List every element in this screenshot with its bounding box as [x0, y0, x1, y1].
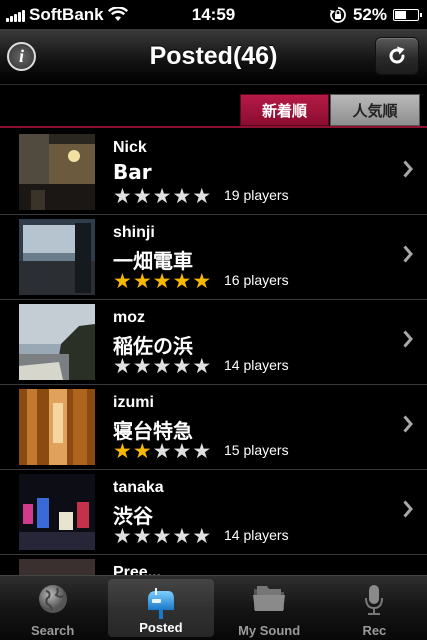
star-icon: ★ [132, 269, 152, 293]
star-icon: ★ [152, 269, 172, 293]
star-icon: ★ [192, 354, 212, 378]
star-icon: ★ [113, 524, 132, 548]
thumbnail-image [19, 389, 95, 465]
sort-popular-tab[interactable]: 人気順 [330, 94, 420, 126]
list-item[interactable]: Nick Bar ★ ★ ★ ★ ★ 19 players [0, 130, 427, 215]
item-players: 14 players [224, 527, 289, 543]
item-players: 19 players [224, 187, 289, 203]
item-user: shinji [113, 224, 155, 241]
carrier-name: SoftBank [29, 4, 104, 24]
sort-newest-tab[interactable]: 新着順 [240, 94, 329, 126]
sort-bar: 新着順 人気順 [0, 86, 427, 128]
battery-percentage: 52% [352, 4, 387, 24]
rating-stars: ★ ★ ★ ★ ★ [113, 524, 212, 548]
tab-posted[interactable]: Posted [108, 579, 214, 637]
info-button[interactable]: i [7, 42, 36, 71]
star-icon: ★ [152, 184, 172, 208]
chevron-right-icon [403, 500, 413, 518]
list-item[interactable]: tanaka 渋谷 ★ ★ ★ ★ ★ 14 players [0, 470, 427, 555]
rating-stars: ★ ★ ★ ★ ★ [113, 269, 212, 293]
globe-icon [38, 585, 67, 613]
tab-posted-label: Posted [139, 620, 183, 635]
microphone-icon [365, 585, 384, 615]
star-icon: ★ [172, 354, 192, 378]
star-icon: ★ [113, 269, 132, 293]
star-icon: ★ [152, 439, 172, 463]
star-icon: ★ [132, 184, 152, 208]
thumbnail-image [19, 134, 95, 210]
status-time: 14:59 [191, 4, 236, 24]
star-icon: ★ [172, 269, 192, 293]
star-icon: ★ [192, 439, 212, 463]
tab-rec[interactable]: Rec [322, 576, 427, 640]
item-user: moz [113, 309, 145, 326]
refresh-button[interactable] [375, 37, 419, 75]
page-title: Posted(46) [149, 42, 278, 70]
signal-strength-icon [6, 8, 25, 22]
list-item[interactable]: moz 稲佐の浜 ★ ★ ★ ★ ★ 14 players [0, 300, 427, 385]
tab-my-sound[interactable]: My Sound [217, 576, 322, 640]
star-icon: ★ [132, 354, 152, 378]
tab-search[interactable]: Search [0, 576, 105, 640]
star-icon: ★ [192, 524, 212, 548]
rating-stars: ★ ★ ★ ★ ★ [113, 439, 212, 463]
item-user: izumi [113, 394, 154, 411]
item-user: Nick [113, 139, 147, 156]
star-icon: ★ [113, 439, 132, 463]
item-players: 16 players [224, 272, 289, 288]
thumbnail-image [19, 474, 95, 550]
star-icon: ★ [192, 184, 212, 208]
star-icon: ★ [172, 184, 192, 208]
tab-my-sound-label: My Sound [238, 623, 301, 638]
thumbnail-image [19, 559, 95, 575]
list-item[interactable]: Pree... [0, 555, 427, 575]
star-icon: ★ [132, 524, 152, 548]
list-item[interactable]: shinji 一畑電車 ★ ★ ★ ★ ★ 16 players [0, 215, 427, 300]
status-bar: SoftBank 14:59 52% [0, 0, 427, 29]
refresh-icon [389, 46, 405, 64]
info-icon: i [18, 46, 24, 66]
tab-rec-label: Rec [362, 623, 387, 638]
list-item[interactable]: izumi 寝台特急 ★ ★ ★ ★ ★ 15 players [0, 385, 427, 470]
chevron-right-icon [403, 415, 413, 433]
thumbnail-image [19, 304, 95, 380]
thumbnail-image [19, 219, 95, 295]
chevron-right-icon [403, 245, 413, 263]
star-icon: ★ [192, 269, 212, 293]
mailbox-icon [147, 588, 174, 619]
star-icon: ★ [132, 439, 152, 463]
tab-search-label: Search [30, 623, 75, 638]
star-icon: ★ [113, 184, 132, 208]
star-icon: ★ [113, 354, 132, 378]
wifi-icon [107, 7, 128, 21]
chevron-right-icon [403, 160, 413, 178]
star-icon: ★ [172, 439, 192, 463]
star-icon: ★ [152, 354, 172, 378]
tab-bar: Search Posted My Sound Rec [0, 575, 427, 640]
battery-icon [393, 8, 422, 21]
rating-stars: ★ ★ ★ ★ ★ [113, 184, 212, 208]
star-icon: ★ [172, 524, 192, 548]
item-players: 15 players [224, 442, 289, 458]
folder-icon [253, 586, 286, 611]
item-user: tanaka [113, 479, 164, 496]
item-players: 14 players [224, 357, 289, 373]
star-icon: ★ [152, 524, 172, 548]
navigation-bar: i Posted(46) [0, 29, 427, 85]
chevron-right-icon [403, 330, 413, 348]
item-title: Bar [113, 160, 152, 184]
rotation-lock-icon [329, 6, 346, 23]
posted-list[interactable]: Nick Bar ★ ★ ★ ★ ★ 19 players shinji 一畑電車 ★ ★ ★ ★ ★ 16 … [0, 130, 427, 575]
item-user: Pree... [113, 564, 162, 575]
rating-stars: ★ ★ ★ ★ ★ [113, 354, 212, 378]
